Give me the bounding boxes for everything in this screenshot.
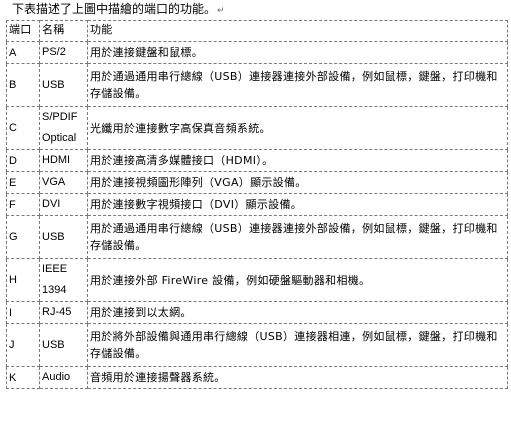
name-cell: USB bbox=[39, 215, 88, 259]
name-cell: USB bbox=[39, 63, 88, 107]
port-cell: G bbox=[6, 215, 40, 259]
name-cell: Audio bbox=[39, 366, 88, 389]
table-row: E VGA 用於連接視頻圖形陣列（VGA）顯示設備。 bbox=[6, 171, 508, 194]
function-cell: 用於通過通用串行總線（USB）連接器連接外部設備，例如鼠標，鍵盤，打印機和存儲設… bbox=[87, 215, 508, 259]
port-cell: K bbox=[6, 366, 40, 389]
function-cell: 光纖用於連接數字高保真音頻系統。 bbox=[87, 106, 508, 150]
name-cell: VGA bbox=[39, 171, 88, 194]
port-cell: E bbox=[6, 171, 40, 194]
function-cell: 用於連接鍵盤和鼠標。 bbox=[87, 41, 508, 64]
function-cell: 用於連接外部 FireWire 設備，例如硬盤驅動器和相機。 bbox=[87, 258, 508, 302]
function-cell: 用於連接高清多媒體接口（HDMI）。 bbox=[87, 149, 508, 172]
table-row: C S/PDIF Optical 光纖用於連接數字高保真音頻系統。 bbox=[6, 106, 508, 150]
port-cell: H bbox=[6, 258, 40, 302]
name-cell: IEEE 1394 bbox=[39, 258, 88, 302]
header-name: 名稱 bbox=[39, 20, 88, 42]
table-row: F DVI 用於連接數字視頻接口（DVI）顯示設備。 bbox=[6, 193, 508, 216]
function-cell: 用於連接數字視頻接口（DVI）顯示設備。 bbox=[87, 193, 508, 216]
function-cell: 用於將外部設備與通用串行總線（USB）連接器相連，例如鼠標，鍵盤，打印機和存儲設… bbox=[87, 323, 508, 367]
port-cell: F bbox=[6, 193, 40, 216]
name-cell: RJ-45 bbox=[39, 301, 88, 324]
function-cell: 用於通過通用串行總線（USB）連接器連接外部設備，例如鼠標，鍵盤，打印機和存儲設… bbox=[87, 63, 508, 107]
ports-table: 端口 名稱 功能 A PS/2 用於連接鍵盤和鼠標。 B USB 用於通過通用串… bbox=[6, 20, 508, 389]
table-row: I RJ-45 用於連接到以太網。 bbox=[6, 301, 508, 324]
table-row: G USB 用於通過通用串行總線（USB）連接器連接外部設備，例如鼠標，鍵盤，打… bbox=[6, 215, 508, 259]
function-cell: 用於連接視頻圖形陣列（VGA）顯示設備。 bbox=[87, 171, 508, 194]
intro-text: 下表描述了上圖中描繪的端口的功能。 bbox=[12, 2, 217, 16]
name-cell: DVI bbox=[39, 193, 88, 216]
port-cell: B bbox=[6, 63, 40, 107]
document-page: 下表描述了上圖中描繪的端口的功能。↵ 端口 名稱 功能 A PS/2 用於連接鍵… bbox=[0, 0, 511, 427]
table-header-row: 端口 名稱 功能 bbox=[6, 20, 508, 42]
table-row: J USB 用於將外部設備與通用串行總線（USB）連接器相連，例如鼠標，鍵盤，打… bbox=[6, 323, 508, 367]
header-port: 端口 bbox=[6, 20, 40, 42]
intro-paragraph: 下表描述了上圖中描繪的端口的功能。↵ bbox=[12, 2, 225, 18]
header-function: 功能 bbox=[87, 20, 508, 42]
table-row: K Audio 音頻用於連接揚聲器系統。 bbox=[6, 366, 508, 389]
table-row: D HDMI 用於連接高清多媒體接口（HDMI）。 bbox=[6, 149, 508, 172]
port-cell: C bbox=[6, 106, 40, 150]
name-cell: PS/2 bbox=[39, 41, 88, 64]
table-row: H IEEE 1394 用於連接外部 FireWire 設備，例如硬盤驅動器和相… bbox=[6, 258, 508, 302]
port-cell: I bbox=[6, 301, 40, 324]
name-cell: HDMI bbox=[39, 149, 88, 172]
function-cell: 用於連接到以太網。 bbox=[87, 301, 508, 324]
paragraph-mark-icon: ↵ bbox=[217, 6, 225, 16]
port-cell: J bbox=[6, 323, 40, 367]
table-row: A PS/2 用於連接鍵盤和鼠標。 bbox=[6, 41, 508, 64]
function-cell: 音頻用於連接揚聲器系統。 bbox=[87, 366, 508, 389]
port-cell: D bbox=[6, 149, 40, 172]
port-cell: A bbox=[6, 41, 40, 64]
name-cell: USB bbox=[39, 323, 88, 367]
name-cell: S/PDIF Optical bbox=[39, 106, 88, 150]
table-row: B USB 用於通過通用串行總線（USB）連接器連接外部設備，例如鼠標，鍵盤，打… bbox=[6, 63, 508, 107]
